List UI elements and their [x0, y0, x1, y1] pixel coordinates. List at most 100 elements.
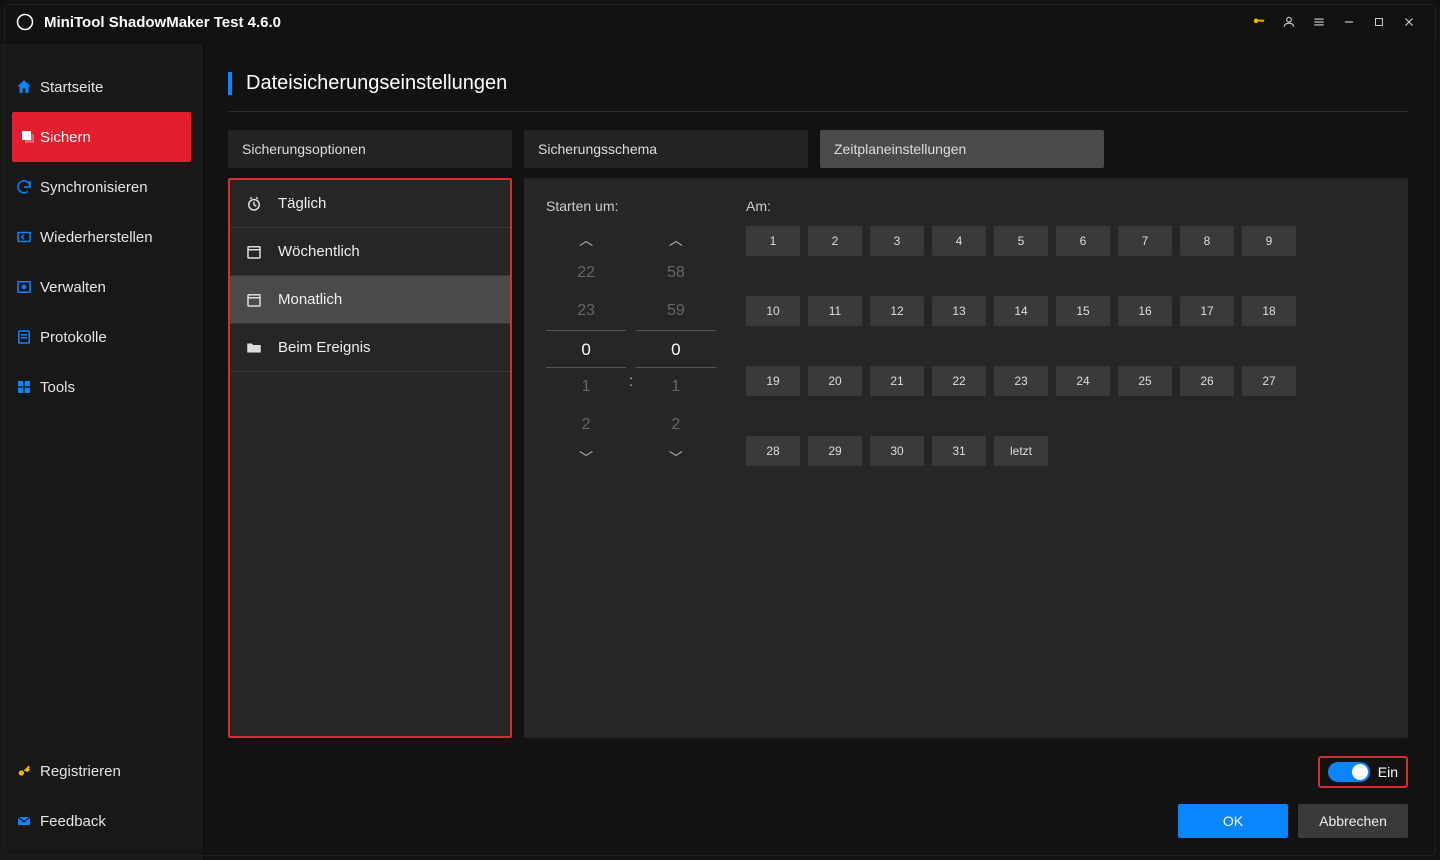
minute-value[interactable]: 2: [636, 406, 716, 444]
sidebar-item-protokolle[interactable]: Protokolle: [0, 312, 203, 362]
account-icon[interactable]: [1274, 7, 1304, 37]
time-colon: :: [626, 226, 636, 472]
minimize-icon[interactable]: [1334, 7, 1364, 37]
tab-sicherungsoptionen[interactable]: Sicherungsoptionen: [228, 130, 512, 168]
sidebar-item-label: Sichern: [40, 129, 91, 146]
day-17[interactable]: 17: [1180, 296, 1234, 326]
sidebar: Startseite Sichern Synchronisieren Wiede…: [0, 44, 204, 860]
sidebar-item-registrieren[interactable]: Registrieren: [0, 746, 203, 796]
sidebar-item-synchronisieren[interactable]: Synchronisieren: [0, 162, 203, 212]
day-19[interactable]: 19: [746, 366, 800, 396]
schedule-enable-toggle[interactable]: [1328, 762, 1370, 782]
minute-value[interactable]: 59: [636, 292, 716, 330]
day-16[interactable]: 16: [1118, 296, 1172, 326]
log-icon: [14, 327, 34, 347]
day-13[interactable]: 13: [932, 296, 986, 326]
minute-spinner[interactable]: ︿ 58 59 0 1 2 ﹀: [636, 226, 716, 472]
tab-row: Sicherungsoptionen Sicherungsschema Zeit…: [228, 130, 1408, 168]
schedule-type-monatlich[interactable]: Monatlich: [230, 276, 510, 324]
day-14[interactable]: 14: [994, 296, 1048, 326]
day-27[interactable]: 27: [1242, 366, 1296, 396]
day-1[interactable]: 1: [746, 226, 800, 256]
day-22[interactable]: 22: [932, 366, 986, 396]
day-5[interactable]: 5: [994, 226, 1048, 256]
day-21[interactable]: 21: [870, 366, 924, 396]
chevron-up-icon[interactable]: ︿: [636, 226, 716, 254]
on-day-label: Am:: [746, 198, 1386, 214]
schedule-type-taeglich[interactable]: Täglich: [230, 180, 510, 228]
minute-value[interactable]: 58: [636, 254, 716, 292]
sidebar-item-label: Tools: [40, 379, 75, 396]
day-23[interactable]: 23: [994, 366, 1048, 396]
day-31[interactable]: 31: [932, 436, 986, 466]
schedule-type-woechentlich[interactable]: Wöchentlich: [230, 228, 510, 276]
day-9[interactable]: 9: [1242, 226, 1296, 256]
sidebar-item-sichern[interactable]: Sichern: [12, 112, 191, 162]
folder-icon: [244, 338, 264, 358]
close-icon[interactable]: [1394, 7, 1424, 37]
tab-sicherungsschema[interactable]: Sicherungsschema: [524, 130, 808, 168]
minute-value-selected[interactable]: 0: [636, 330, 716, 368]
ok-button[interactable]: OK: [1178, 804, 1288, 838]
hour-value-selected[interactable]: 0: [546, 330, 626, 368]
tools-icon: [14, 377, 34, 397]
calendar-month-icon: [244, 290, 264, 310]
day-2[interactable]: 2: [808, 226, 862, 256]
sidebar-item-wiederherstellen[interactable]: Wiederherstellen: [0, 212, 203, 262]
day-29[interactable]: 29: [808, 436, 862, 466]
day-15[interactable]: 15: [1056, 296, 1110, 326]
schedule-type-label: Wöchentlich: [278, 243, 360, 260]
maximize-icon[interactable]: [1364, 7, 1394, 37]
sidebar-item-label: Wiederherstellen: [40, 229, 153, 246]
day-10[interactable]: 10: [746, 296, 800, 326]
sidebar-item-startseite[interactable]: Startseite: [0, 62, 203, 112]
sidebar-item-verwalten[interactable]: Verwalten: [0, 262, 203, 312]
minute-value[interactable]: 1: [636, 368, 716, 406]
key-icon[interactable]: [1244, 7, 1274, 37]
hour-value[interactable]: 1: [546, 368, 626, 406]
day-6[interactable]: 6: [1056, 226, 1110, 256]
mail-icon: [14, 811, 34, 831]
day-24[interactable]: 24: [1056, 366, 1110, 396]
sidebar-item-tools[interactable]: Tools: [0, 362, 203, 412]
chevron-down-icon[interactable]: ﹀: [636, 444, 716, 472]
sidebar-item-label: Protokolle: [40, 329, 107, 346]
hour-value[interactable]: 23: [546, 292, 626, 330]
tab-zeitplaneinstellungen[interactable]: Zeitplaneinstellungen: [820, 130, 1104, 168]
day-8[interactable]: 8: [1180, 226, 1234, 256]
schedule-type-label: Täglich: [278, 195, 326, 212]
sidebar-item-label: Feedback: [40, 813, 106, 830]
clock-icon: [244, 194, 264, 214]
schedule-enable-toggle-wrap: Ein: [1318, 756, 1408, 788]
sync-icon: [14, 177, 34, 197]
day-11[interactable]: 11: [808, 296, 862, 326]
hour-spinner[interactable]: ︿ 22 23 0 1 2 ﹀: [546, 226, 626, 472]
chevron-down-icon[interactable]: ﹀: [546, 444, 626, 472]
restore-icon: [14, 227, 34, 247]
day-20[interactable]: 20: [808, 366, 862, 396]
hour-value[interactable]: 22: [546, 254, 626, 292]
page-title: Dateisicherungseinstellungen: [228, 72, 1408, 95]
day-letzt[interactable]: letzt: [994, 436, 1048, 466]
day-26[interactable]: 26: [1180, 366, 1234, 396]
day-4[interactable]: 4: [932, 226, 986, 256]
sidebar-item-feedback[interactable]: Feedback: [0, 796, 203, 846]
menu-icon[interactable]: [1304, 7, 1334, 37]
home-icon: [14, 77, 34, 97]
day-3[interactable]: 3: [870, 226, 924, 256]
hour-value[interactable]: 2: [546, 406, 626, 444]
day-25[interactable]: 25: [1118, 366, 1172, 396]
chevron-up-icon[interactable]: ︿: [546, 226, 626, 254]
day-7[interactable]: 7: [1118, 226, 1172, 256]
manage-icon: [14, 277, 34, 297]
day-30[interactable]: 30: [870, 436, 924, 466]
schedule-type-label: Monatlich: [278, 291, 342, 308]
day-18[interactable]: 18: [1242, 296, 1296, 326]
day-28[interactable]: 28: [746, 436, 800, 466]
schedule-type-list: Täglich Wöchentlich Monatlich Beim Ereig…: [228, 178, 512, 738]
start-time-label: Starten um:: [546, 198, 716, 214]
cancel-button[interactable]: Abbrechen: [1298, 804, 1408, 838]
schedule-type-beim-ereignis[interactable]: Beim Ereignis: [230, 324, 510, 372]
sidebar-item-label: Verwalten: [40, 279, 106, 296]
day-12[interactable]: 12: [870, 296, 924, 326]
